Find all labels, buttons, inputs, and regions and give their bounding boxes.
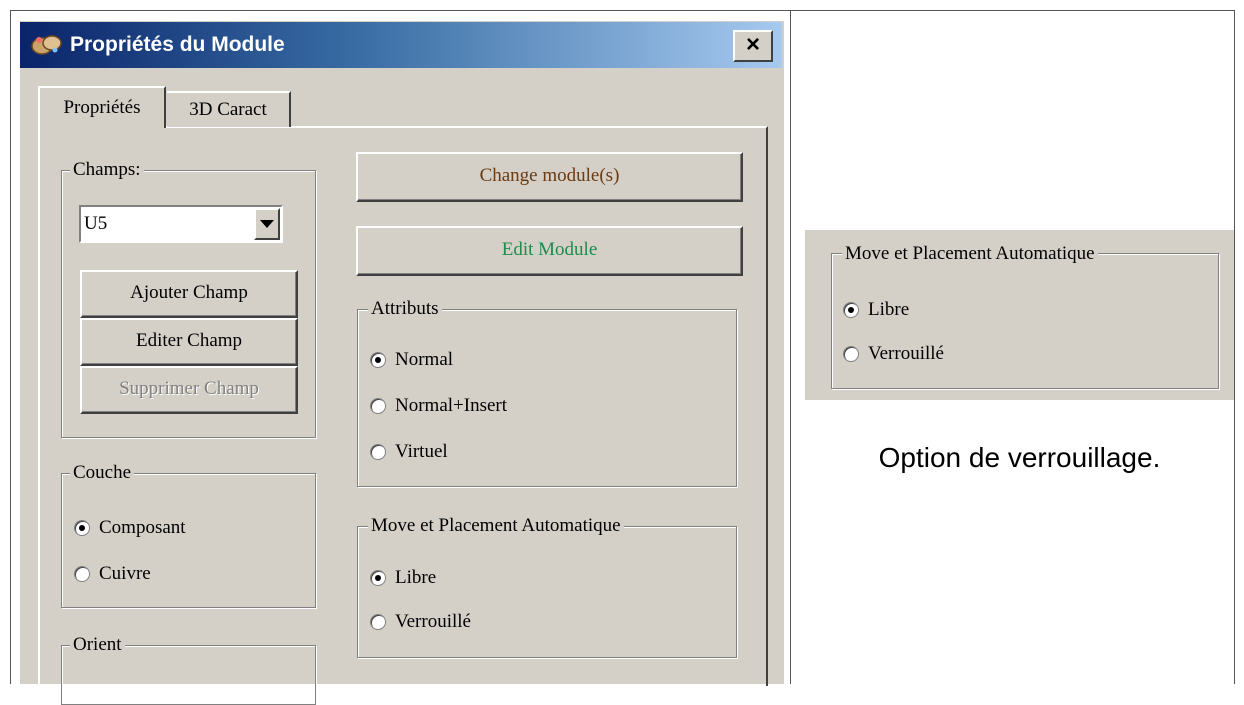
- champs-select-value: U5: [84, 213, 108, 234]
- tab-3d-caract-label: 3D Caract: [189, 99, 267, 120]
- tab-proprietes[interactable]: Propriétés: [38, 86, 166, 128]
- move-radio-verrouille[interactable]: [370, 614, 386, 630]
- couche-radio-cuivre[interactable]: [74, 566, 90, 582]
- side-label-verrouille: Verrouillé: [868, 343, 944, 364]
- champs-select[interactable]: [79, 205, 283, 243]
- edit-module-button[interactable]: Edit Module: [356, 226, 743, 276]
- move-radio-libre[interactable]: [370, 570, 386, 586]
- couche-legend: Couche: [70, 462, 135, 484]
- attributs-radio-virtuel[interactable]: [370, 444, 386, 460]
- table-border-right: [1234, 10, 1235, 684]
- attributs-radio-normal-insert[interactable]: [370, 398, 386, 414]
- edit-field-label: Editer Champ: [135, 330, 243, 351]
- tab-3d-caract[interactable]: 3D Caract: [167, 91, 291, 127]
- table-border-top: [10, 10, 1234, 11]
- close-icon: ×: [745, 31, 760, 58]
- attributs-label-virtuel: Virtuel: [395, 441, 448, 462]
- couche-label-composant: Composant: [99, 517, 186, 538]
- side-label-libre: Libre: [868, 299, 910, 320]
- lock-option-caption: Option de verrouillage.: [878, 442, 1161, 473]
- table-border-left: [10, 10, 11, 684]
- edit-module-label: Edit Module: [501, 239, 598, 260]
- module-app-icon: [31, 35, 62, 55]
- move-group: [357, 526, 737, 658]
- side-radio-verrouille[interactable]: [843, 346, 859, 362]
- chevron-down-icon: [260, 220, 274, 228]
- attributs-label-normal-insert: Normal+Insert: [395, 395, 508, 416]
- dialog-title: Propriétés du Module: [70, 33, 285, 56]
- change-module-button[interactable]: Change module(s): [356, 152, 743, 202]
- orient-legend: Orient: [70, 634, 125, 656]
- delete-field-button[interactable]: Supprimer Champ: [80, 366, 298, 414]
- move-label-libre: Libre: [395, 567, 437, 588]
- add-field-label: Ajouter Champ: [130, 282, 248, 303]
- move-label-verrouille: Verrouillé: [395, 611, 471, 632]
- table-border-middle: [790, 10, 791, 684]
- change-module-label: Change module(s): [479, 165, 620, 186]
- champs-legend: Champs:: [70, 159, 144, 181]
- attributs-legend: Attributs: [368, 298, 442, 320]
- couche-group: [61, 473, 316, 608]
- close-button[interactable]: ×: [733, 30, 773, 62]
- side-move-legend: Move et Placement Automatique: [842, 243, 1098, 265]
- couche-radio-composant[interactable]: [74, 520, 90, 536]
- add-field-button[interactable]: Ajouter Champ: [80, 270, 298, 318]
- side-radio-libre[interactable]: [843, 302, 859, 318]
- couche-label-cuivre: Cuivre: [99, 563, 151, 584]
- move-legend: Move et Placement Automatique: [368, 515, 624, 537]
- champs-dropdown-button[interactable]: [254, 208, 280, 240]
- tab-proprietes-label: Propriétés: [63, 97, 141, 118]
- edit-field-button[interactable]: Editer Champ: [80, 318, 298, 366]
- attributs-label-normal: Normal: [395, 349, 454, 370]
- attributs-radio-normal[interactable]: [370, 352, 386, 368]
- delete-field-label: Supprimer Champ: [119, 378, 259, 399]
